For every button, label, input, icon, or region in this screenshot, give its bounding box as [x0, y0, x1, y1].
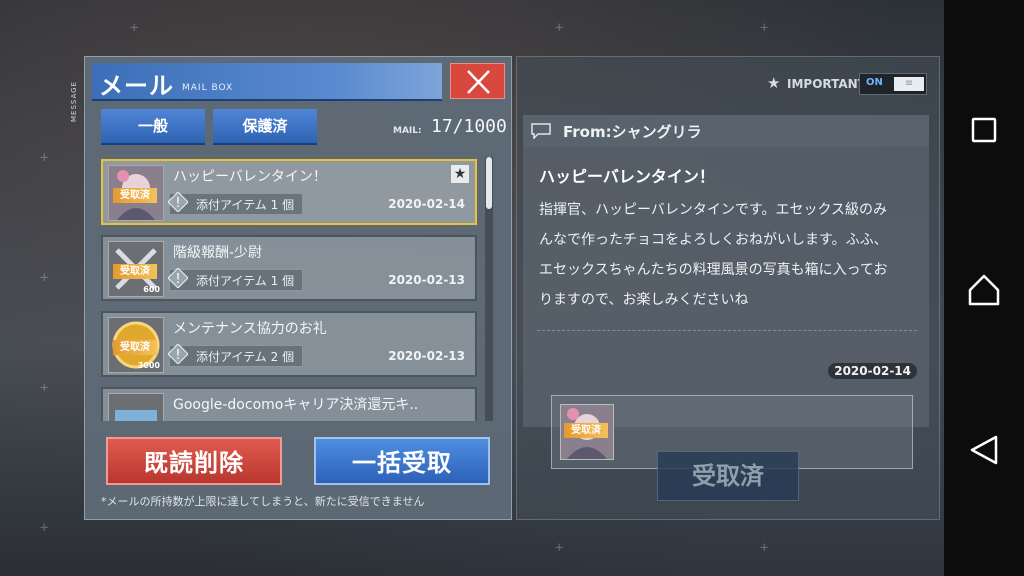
recent-apps-button[interactable] — [964, 110, 1004, 150]
svg-text:!: ! — [175, 196, 180, 211]
mail-subtitle: MAIL BOX — [182, 83, 234, 93]
mail-item[interactable]: 受取済 3000 メンテナンス協力のお礼 ! 添付アイテム 2 個 2020-0… — [101, 311, 477, 377]
claimed-button[interactable]: 受取済 — [657, 451, 799, 501]
mail-thumbnail: 受取済 — [108, 165, 164, 221]
sender-bar: From:シャングリラ — [523, 115, 929, 147]
divider — [537, 330, 917, 331]
message-side-label: MESSAGE — [70, 81, 78, 122]
important-toggle[interactable]: ON ≡ — [859, 73, 927, 95]
mail-content: From:シャングリラ ハッピーバレンタイン！ 指揮官、ハッピーバレンタインです… — [523, 115, 929, 469]
mail-thumbnail: 受取済 600 — [108, 241, 164, 297]
mail-body-line: んなで作ったチョコをよろしくおねがいします。ふふ、 — [539, 232, 888, 248]
mail-count-label: MAIL: — [393, 126, 422, 136]
tab-protected[interactable]: 保護済 — [213, 109, 317, 145]
square-icon — [971, 117, 997, 143]
chat-bubble-icon — [531, 123, 551, 139]
attachment-info: ! 添付アイテム 2 個 — [168, 344, 303, 367]
back-button[interactable] — [964, 430, 1004, 470]
sender-name: From:シャングリラ — [563, 123, 702, 141]
mail-date: 2020-02-13 — [388, 349, 465, 363]
tab-general[interactable]: 一般 — [101, 109, 205, 145]
scrollbar-thumb[interactable] — [486, 157, 492, 209]
mail-item[interactable]: Google-docomoキャリア決済還元キ.. — [101, 387, 477, 421]
exclamation-icon: ! — [168, 344, 188, 364]
grid-marker: + — [555, 20, 564, 36]
mail-thumbnail: 受取済 3000 — [108, 317, 164, 373]
important-star-icon: ★ — [767, 74, 781, 92]
toggle-on-label: ON — [866, 77, 883, 88]
home-button[interactable] — [964, 270, 1004, 310]
claimed-tag: 受取済 — [564, 423, 608, 438]
grid-marker: + — [40, 270, 49, 286]
mail-body-line: りますので、お楽しみくださいね — [539, 292, 749, 308]
system-nav-bar — [944, 0, 1024, 576]
grid-marker: + — [760, 20, 769, 36]
important-label: IMPORTANT — [787, 77, 866, 91]
mail-subject: ハッピーバレンタイン！ — [173, 169, 327, 185]
claim-all-button[interactable]: 一括受取 — [314, 437, 490, 485]
mail-detail-date: 2020-02-14 — [828, 363, 917, 379]
mail-subject: メンテナンス協力のお礼 — [173, 321, 327, 337]
mail-body: 指揮官、ハッピーバレンタインです。エセックス級のみ んなで作ったチョコをよろしく… — [539, 195, 919, 315]
mail-date: 2020-02-13 — [388, 273, 465, 287]
toggle-knob[interactable]: ≡ — [894, 77, 924, 91]
mail-limit-notice: *メールの所持数が上限に達してしまうと、新たに受信できません — [101, 495, 425, 508]
attachment-info: ! 添付アイテム 1 個 — [168, 192, 303, 215]
attachment-info: ! 添付アイテム 1 個 — [168, 268, 303, 291]
mail-count: 17/1000 — [431, 116, 507, 137]
svg-text:!: ! — [175, 348, 180, 363]
ticket-icon — [109, 394, 163, 421]
attachment-count: 添付アイテム 2 個 — [196, 350, 295, 364]
claimed-tag: 受取済 — [113, 188, 157, 203]
close-icon — [467, 70, 490, 94]
mail-date: 2020-02-14 — [388, 197, 465, 211]
grid-marker: + — [760, 540, 769, 556]
attachment-count: 添付アイテム 1 個 — [196, 198, 295, 212]
mail-thumbnail — [108, 393, 164, 421]
mail-item[interactable]: 受取済 ハッピーバレンタイン！ ! 添付アイテム 1 個 2020-02-14 … — [101, 159, 477, 225]
back-triangle-icon — [970, 435, 998, 465]
claimed-tag: 受取済 — [113, 340, 157, 355]
mail-detail-panel: ★ IMPORTANT ON ≡ From:シャングリラ ハッピーバレンタイン！… — [516, 56, 940, 520]
mail-list-scrollbar[interactable] — [485, 157, 493, 421]
mail-subject: 階級報酬-少尉 — [173, 245, 263, 261]
thumb-quantity: 3000 — [137, 361, 160, 370]
svg-text:!: ! — [175, 272, 180, 287]
mail-body-line: エセックスちゃんたちの料理風景の写真も箱に入ってお — [539, 262, 888, 278]
star-icon[interactable]: ★ — [451, 165, 469, 183]
claimed-tag: 受取済 — [113, 264, 157, 279]
mail-list[interactable]: 受取済 ハッピーバレンタイン！ ! 添付アイテム 1 個 2020-02-14 … — [101, 157, 481, 421]
exclamation-icon: ! — [168, 268, 188, 288]
grid-marker: + — [130, 20, 139, 36]
mail-box-panel: メール MAIL BOX 一般 保護済 MAIL: 17/1000 受取済 ハッ… — [84, 56, 512, 520]
home-icon — [968, 274, 1000, 306]
mail-detail-title: ハッピーバレンタイン！ — [539, 167, 715, 186]
mail-body-line: 指揮官、ハッピーバレンタインです。エセックス級のみ — [539, 202, 888, 218]
delete-read-button[interactable]: 既読削除 — [106, 437, 282, 485]
attachment-count: 添付アイテム 1 個 — [196, 274, 295, 288]
attachment-item[interactable]: 受取済 — [560, 404, 614, 460]
grid-marker: + — [40, 380, 49, 396]
mail-subject: Google-docomoキャリア決済還元キ.. — [173, 397, 419, 413]
grid-marker: + — [555, 540, 564, 556]
grid-marker: + — [40, 150, 49, 166]
mail-item[interactable]: 受取済 600 階級報酬-少尉 ! 添付アイテム 1 個 2020-02-13 — [101, 235, 477, 301]
mail-title-bar: メール MAIL BOX — [92, 63, 442, 101]
exclamation-icon: ! — [168, 192, 188, 212]
thumb-quantity: 600 — [143, 285, 160, 294]
mail-title: メール — [99, 72, 174, 100]
grid-marker: + — [40, 520, 49, 536]
close-button[interactable] — [450, 63, 505, 99]
